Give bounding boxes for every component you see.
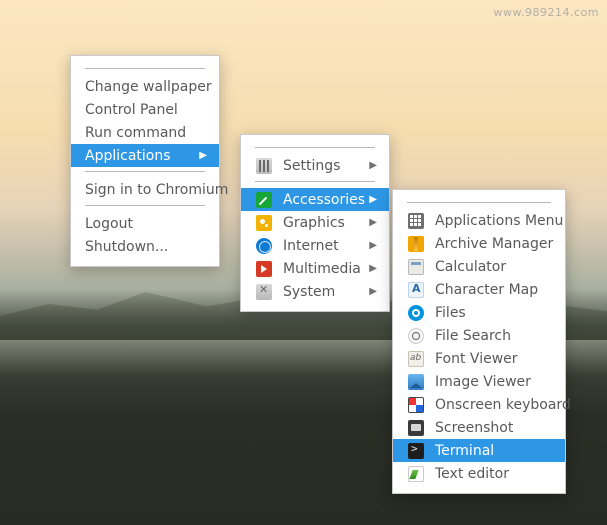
files-icon (407, 304, 425, 322)
watermark: www.989214.com (494, 6, 599, 19)
menu-item-label: Graphics (283, 215, 369, 231)
menu-item-label: Text editor (435, 466, 553, 482)
graphics-icon (255, 214, 273, 232)
desktop[interactable]: www.989214.com Change wallpaper Control … (0, 0, 607, 525)
menu-item-label: Change wallpaper (85, 79, 212, 95)
menu-item-label: Font Viewer (435, 351, 553, 367)
menu-item-label: File Search (435, 328, 553, 344)
menu-item-label: Image Viewer (435, 374, 553, 390)
calculator-icon (407, 258, 425, 276)
menu-item-label: Terminal (435, 443, 553, 459)
menu-item-label: Settings (283, 158, 369, 174)
submenu-arrow-icon: ▶ (369, 194, 377, 205)
menu-item-label: Calculator (435, 259, 553, 275)
menu-item-label: Applications (85, 148, 199, 164)
font-icon (407, 350, 425, 368)
menu-item-accessories[interactable]: Accessories ▶ (241, 188, 389, 211)
menu-item-label: Screenshot (435, 420, 553, 436)
submenu-arrow-icon: ▶ (369, 217, 377, 228)
submenu-arrow-icon: ▶ (199, 150, 207, 161)
multimedia-icon (255, 260, 273, 278)
menu-item-screenshot[interactable]: Screenshot (393, 416, 565, 439)
internet-icon (255, 237, 273, 255)
text-editor-icon (407, 465, 425, 483)
menu-item-onscreen-keyboard[interactable]: Onscreen keyboard (393, 393, 565, 416)
menu-item-label: Logout (85, 216, 207, 232)
menu-item-label: Character Map (435, 282, 553, 298)
submenu-arrow-icon: ▶ (369, 160, 377, 171)
applications-submenu: Settings ▶ Accessories ▶ Graphics ▶ Inte… (240, 134, 390, 312)
menu-item-label: Shutdown... (85, 239, 207, 255)
menu-item-label: System (283, 284, 369, 300)
menu-item-control-panel[interactable]: Control Panel (71, 98, 219, 121)
menu-item-image-viewer[interactable]: Image Viewer (393, 370, 565, 393)
character-map-icon (407, 281, 425, 299)
menu-item-archive-manager[interactable]: Archive Manager (393, 232, 565, 255)
menu-item-system[interactable]: System ▶ (241, 280, 389, 303)
menu-item-font-viewer[interactable]: Font Viewer (393, 347, 565, 370)
menu-separator (255, 181, 375, 182)
menu-item-graphics[interactable]: Graphics ▶ (241, 211, 389, 234)
search-icon (407, 327, 425, 345)
menu-item-applications[interactable]: Applications ▶ (71, 144, 219, 167)
menu-item-multimedia[interactable]: Multimedia ▶ (241, 257, 389, 280)
menu-item-logout[interactable]: Logout (71, 212, 219, 235)
menu-separator (407, 202, 551, 203)
menu-item-label: Run command (85, 125, 207, 141)
image-icon (407, 373, 425, 391)
submenu-arrow-icon: ▶ (369, 286, 377, 297)
menu-item-label: Applications Menu (435, 213, 563, 229)
grid-icon (407, 212, 425, 230)
menu-item-text-editor[interactable]: Text editor (393, 462, 565, 485)
menu-item-character-map[interactable]: Character Map (393, 278, 565, 301)
menu-item-label: Accessories (283, 192, 369, 208)
menu-item-calculator[interactable]: Calculator (393, 255, 565, 278)
menu-item-label: Control Panel (85, 102, 207, 118)
accessories-icon (255, 191, 273, 209)
menu-item-shutdown[interactable]: Shutdown... (71, 235, 219, 258)
menu-item-files[interactable]: Files (393, 301, 565, 324)
menu-item-internet[interactable]: Internet ▶ (241, 234, 389, 257)
menu-item-file-search[interactable]: File Search (393, 324, 565, 347)
menu-item-settings[interactable]: Settings ▶ (241, 154, 389, 177)
system-icon (255, 283, 273, 301)
menu-separator (85, 171, 205, 172)
menu-item-run-command[interactable]: Run command (71, 121, 219, 144)
menu-item-label: Multimedia (283, 261, 369, 277)
menu-item-label: Onscreen keyboard (435, 397, 571, 413)
submenu-arrow-icon: ▶ (369, 263, 377, 274)
accessories-submenu: Applications Menu Archive Manager Calcul… (392, 189, 566, 494)
screenshot-icon (407, 419, 425, 437)
menu-separator (85, 68, 205, 69)
keyboard-icon (407, 396, 425, 414)
submenu-arrow-icon: ▶ (369, 240, 377, 251)
menu-item-label: Archive Manager (435, 236, 553, 252)
menu-separator (85, 205, 205, 206)
menu-item-applications-menu[interactable]: Applications Menu (393, 209, 565, 232)
menu-separator (255, 147, 375, 148)
menu-item-label: Internet (283, 238, 369, 254)
settings-icon (255, 157, 273, 175)
menu-item-label: Sign in to Chromium (85, 182, 228, 198)
menu-item-terminal[interactable]: Terminal (393, 439, 565, 462)
menu-item-sign-in-chromium[interactable]: Sign in to Chromium (71, 178, 219, 201)
menu-item-label: Files (435, 305, 553, 321)
terminal-icon (407, 442, 425, 460)
archive-icon (407, 235, 425, 253)
menu-item-change-wallpaper[interactable]: Change wallpaper (71, 75, 219, 98)
desktop-context-menu: Change wallpaper Control Panel Run comma… (70, 55, 220, 267)
